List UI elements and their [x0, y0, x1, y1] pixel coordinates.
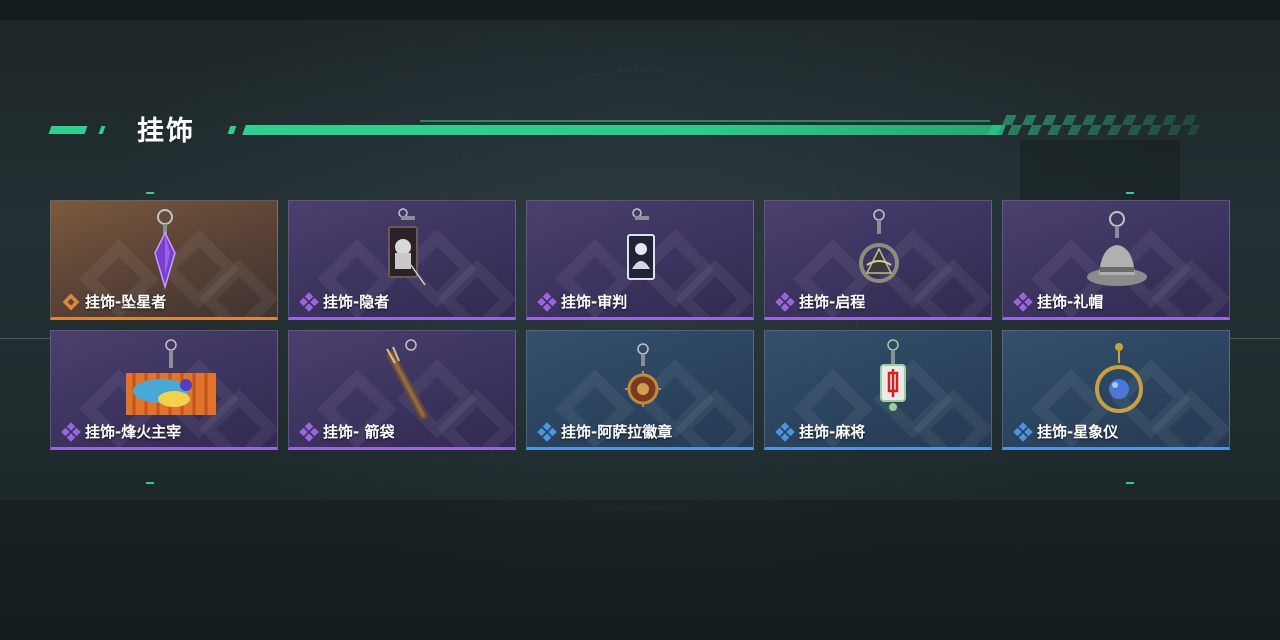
- item-name: 挂饰-隐者: [323, 293, 390, 311]
- item-label: 挂饰- 箭袋: [299, 421, 394, 442]
- item-label: 挂饰-星象仪: [1013, 421, 1118, 442]
- rarity-diamond-icon: [299, 421, 319, 442]
- asala-badge-icon: [625, 343, 661, 407]
- rarity-diamond-icon: [1013, 291, 1033, 312]
- item-card[interactable]: 挂饰-阿萨拉徽章: [526, 330, 754, 450]
- item-name: 挂饰-坠星者: [85, 293, 167, 311]
- item-card[interactable]: 挂饰-星象仪: [1002, 330, 1230, 450]
- item-label: 挂饰-麻将: [775, 421, 865, 442]
- corner-tick: [146, 482, 154, 484]
- fedora-hat-icon: [1087, 211, 1147, 286]
- item-card[interactable]: 挂饰-麻将: [764, 330, 992, 450]
- header-bar: [242, 125, 1006, 135]
- graffiti-plate-icon: [126, 339, 216, 415]
- rarity-diamond-icon: [62, 293, 80, 310]
- crystal-pendant-icon: [154, 209, 176, 290]
- rarity-diamond-icon: [299, 291, 319, 312]
- header-thin-line: [420, 120, 990, 122]
- item-label: 挂饰-启程: [775, 291, 865, 312]
- rarity-diamond-icon: [61, 421, 81, 442]
- corner-tick: [1126, 192, 1134, 194]
- corner-tick: [146, 192, 154, 194]
- header-dash: [227, 126, 237, 134]
- divider-line: [0, 338, 50, 339]
- divider-line: [1230, 338, 1280, 339]
- item-card[interactable]: 挂饰-烽火主宰: [50, 330, 278, 450]
- item-name: 挂饰-麻将: [799, 423, 866, 441]
- top-strip: [0, 0, 1280, 20]
- item-label: 挂饰-坠星者: [61, 291, 166, 312]
- item-card[interactable]: 挂饰-礼帽: [1002, 200, 1230, 320]
- item-name: 挂饰-阿萨拉徽章: [561, 423, 673, 441]
- item-label: 挂饰-烽火主宰: [61, 421, 181, 442]
- item-card[interactable]: 挂饰-审判: [526, 200, 754, 320]
- rarity-diamond-icon: [537, 421, 557, 442]
- item-card[interactable]: 挂饰-启程: [764, 200, 992, 320]
- item-label: 挂饰-礼帽: [1013, 291, 1103, 312]
- item-name: 挂饰-审判: [561, 293, 628, 311]
- item-card[interactable]: 挂饰-坠星者: [50, 200, 278, 320]
- item-label: 挂饰-隐者: [299, 291, 389, 312]
- corner-tick: [1126, 482, 1134, 484]
- section-title: 挂饰: [137, 116, 195, 147]
- item-card[interactable]: 挂饰-隐者: [288, 200, 516, 320]
- background-block: [0, 500, 1280, 640]
- judgment-card-icon: [627, 208, 655, 280]
- quiver-icon: [386, 339, 428, 420]
- section-header: 挂饰: [0, 105, 1280, 151]
- header-dash: [98, 126, 106, 134]
- item-name: 挂饰-礼帽: [1037, 293, 1104, 311]
- mahjong-tile-icon: [880, 339, 906, 411]
- astrolabe-icon: [1095, 343, 1143, 413]
- header-dash: [48, 126, 88, 134]
- item-label: 挂饰-阿萨拉徽章: [537, 421, 672, 442]
- journey-medallion-icon: [859, 209, 899, 283]
- item-name: 挂饰- 箭袋: [323, 423, 395, 441]
- item-card[interactable]: 挂饰- 箭袋: [288, 330, 516, 450]
- rarity-diamond-icon: [1013, 421, 1033, 442]
- item-name: 挂饰-启程: [799, 293, 866, 311]
- rarity-diamond-icon: [537, 291, 557, 312]
- rarity-diamond-icon: [775, 291, 795, 312]
- hermit-card-icon: [388, 208, 426, 286]
- item-label: 挂饰-审判: [537, 291, 627, 312]
- rarity-diamond-icon: [775, 421, 795, 442]
- item-name: 挂饰-星象仪: [1037, 423, 1119, 441]
- item-name: 挂饰-烽火主宰: [85, 423, 182, 441]
- header-checker-pattern: [987, 115, 1205, 135]
- pendant-grid: 挂饰-坠星者 挂饰-隐者 挂饰-审判 挂饰-启程 挂饰-礼帽 挂饰-烽火主宰 挂…: [50, 200, 1230, 450]
